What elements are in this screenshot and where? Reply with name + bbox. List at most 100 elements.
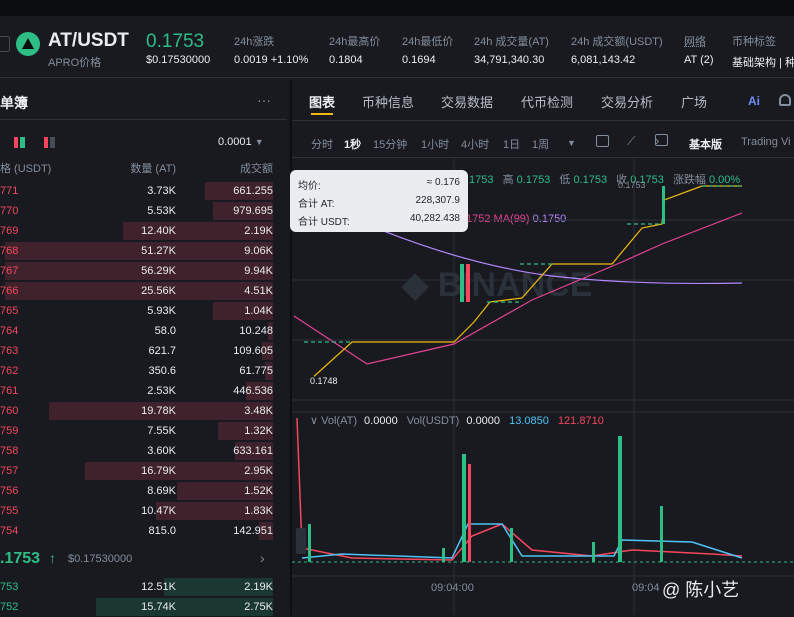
depth-tooltip: 均价: ≈ 0.176 合计 AT: 228,307.9 合计 USDT: 40… bbox=[290, 170, 468, 232]
view-asks-icon[interactable] bbox=[44, 137, 55, 148]
settings-icon[interactable] bbox=[0, 36, 10, 52]
tooltip-avg-label: 均价: bbox=[298, 181, 321, 192]
ask-row[interactable]: 771 3.73K 661.255 bbox=[0, 181, 287, 201]
interval-1w[interactable]: 1周 bbox=[532, 136, 549, 152]
row-qty: 56.29K bbox=[141, 265, 176, 277]
ask-row[interactable]: 764 58.0 10.248 bbox=[0, 321, 287, 341]
row-qty: 621.7 bbox=[148, 345, 176, 357]
chevron-down-icon[interactable]: ▼ bbox=[567, 138, 576, 148]
ask-row[interactable]: 765 5.93K 1.04K bbox=[0, 301, 287, 321]
watermark-logo: ◆ BINANCE bbox=[401, 266, 593, 304]
row-qty: 7.55K bbox=[147, 425, 176, 437]
row-total: 2.19K bbox=[244, 581, 273, 593]
ask-row[interactable]: 756 8.69K 1.52K bbox=[0, 481, 287, 501]
vol-usdt-value: 0.0000 bbox=[466, 415, 501, 427]
price-low-label: 0.1748 bbox=[310, 376, 338, 386]
interval-1s[interactable]: 1秒 bbox=[344, 136, 361, 152]
tooltip-sum-usdt-label: 合计 USDT: bbox=[298, 217, 350, 228]
ask-row[interactable]: 759 7.55K 1.32K bbox=[0, 421, 287, 441]
row-qty: 10.47K bbox=[141, 505, 176, 517]
ask-row[interactable]: 758 3.60K 633.161 bbox=[0, 441, 287, 461]
time-label-2: 09:04 bbox=[632, 582, 660, 594]
interval-4h[interactable]: 4小时 bbox=[461, 136, 489, 152]
indicator-icon[interactable]: ⟋ bbox=[627, 134, 635, 149]
row-price: 769 bbox=[0, 225, 19, 237]
bid-row[interactable]: 752 15.74K 2.75K bbox=[0, 597, 287, 617]
row-total: 9.94K bbox=[244, 265, 273, 277]
chevron-down-icon[interactable]: ∨ bbox=[310, 415, 318, 427]
stat-change-label: 24h涨跌 bbox=[234, 36, 275, 48]
ask-row[interactable]: 770 5.53K 979.695 bbox=[0, 201, 287, 221]
ask-row[interactable]: 767 56.29K 9.94K bbox=[0, 261, 287, 281]
row-total: 109.605 bbox=[233, 345, 273, 357]
view-tradingview[interactable]: Trading Vi bbox=[741, 136, 791, 148]
stat-network-value[interactable]: AT (2) bbox=[684, 54, 714, 66]
tab-trade-analysis[interactable]: 交易分析 bbox=[601, 92, 653, 111]
ask-row[interactable]: 763 621.7 109.605 bbox=[0, 341, 287, 361]
depth-bar bbox=[5, 242, 273, 260]
row-total: 633.161 bbox=[233, 445, 273, 457]
author-watermark: @ 陈小艺 bbox=[662, 580, 740, 600]
ask-row[interactable]: 757 16.79K 2.95K bbox=[0, 461, 287, 481]
pair-name[interactable]: AT/USDT bbox=[48, 30, 129, 52]
tab-trade-data[interactable]: 交易数据 bbox=[441, 92, 493, 111]
row-qty: 2.53K bbox=[147, 385, 176, 397]
divider bbox=[0, 119, 287, 120]
vol-usdt-label: Vol(USDT) bbox=[406, 415, 460, 427]
ask-row[interactable]: 762 350.6 61.775 bbox=[0, 361, 287, 381]
ask-row[interactable]: 755 10.47K 1.83K bbox=[0, 501, 287, 521]
stat-turnover-label: 24h 成交额(USDT) bbox=[571, 36, 663, 48]
ask-row[interactable]: 766 25.56K 4.51K bbox=[0, 281, 287, 301]
view-basic[interactable]: 基本版 bbox=[689, 136, 722, 152]
tab-chart-underline bbox=[311, 113, 333, 115]
ai-icon[interactable]: Ai bbox=[748, 94, 760, 108]
order-book-panel: 单簿 ··· 0.0001 ▼ 格 (USDT) 数量 (AT) 成交额 771… bbox=[0, 80, 287, 617]
tab-coin-info[interactable]: 币种信息 bbox=[362, 92, 414, 111]
row-total: 10.248 bbox=[239, 325, 273, 337]
row-price: 766 bbox=[0, 285, 19, 297]
row-total: 61.775 bbox=[239, 365, 273, 377]
chevron-right-icon[interactable]: › bbox=[655, 133, 659, 148]
ask-row[interactable]: 760 19.78K 3.48K bbox=[0, 401, 287, 421]
tab-square[interactable]: 广场 bbox=[681, 92, 707, 111]
interval-1h[interactable]: 1小时 bbox=[421, 136, 449, 152]
stat-network-label[interactable]: 网络 bbox=[684, 33, 706, 49]
precision-select[interactable]: 0.0001 ▼ bbox=[218, 136, 264, 148]
ask-row[interactable]: 761 2.53K 446.536 bbox=[0, 381, 287, 401]
row-total: 2.75K bbox=[244, 601, 273, 613]
col-price-header: 格 (USDT) bbox=[0, 163, 52, 175]
ask-row[interactable]: 768 51.27K 9.06K bbox=[0, 241, 287, 261]
stat-tags-value[interactable]: 基础架构 | 种 bbox=[732, 54, 794, 70]
collapse-handle[interactable] bbox=[296, 528, 306, 554]
interval-1d[interactable]: 1日 bbox=[503, 136, 520, 152]
tab-token-check[interactable]: 代币检测 bbox=[521, 92, 573, 111]
more-icon[interactable]: ··· bbox=[257, 92, 271, 108]
interval-15m[interactable]: 15分钟 bbox=[373, 136, 407, 152]
row-price: 768 bbox=[0, 245, 19, 257]
row-total: 4.51K bbox=[244, 285, 273, 297]
bid-row[interactable]: 753 12.51K 2.19K bbox=[0, 577, 287, 597]
row-qty: 58.0 bbox=[154, 325, 176, 337]
ask-row[interactable]: 754 815.0 142.951 bbox=[0, 521, 287, 541]
row-total: 1.52K bbox=[244, 485, 273, 497]
row-qty: 12.51K bbox=[141, 581, 176, 593]
interval-timeshare[interactable]: 分时 bbox=[311, 136, 333, 152]
row-qty: 25.56K bbox=[141, 285, 176, 297]
bell-icon[interactable] bbox=[779, 94, 791, 106]
tab-chart[interactable]: 图表 bbox=[309, 92, 335, 111]
row-price: 767 bbox=[0, 265, 19, 277]
calendar-icon[interactable] bbox=[596, 135, 609, 147]
vol-at-value: 0.0000 bbox=[364, 415, 398, 427]
col-total-header: 成交额 bbox=[240, 163, 273, 175]
stat-change-value: 0.0019 +1.10% bbox=[234, 54, 309, 66]
row-total: 9.06K bbox=[244, 245, 273, 257]
vol-at-label: Vol(AT) bbox=[321, 415, 357, 427]
view-both-icon[interactable] bbox=[14, 137, 25, 148]
pair-subtitle[interactable]: APRO价格 bbox=[48, 54, 101, 70]
last-price-usd: $0.17530000 bbox=[146, 54, 211, 66]
ask-row[interactable]: 769 12.40K 2.19K bbox=[0, 221, 287, 241]
mid-price-row[interactable]: .1753 ↑ $0.17530000 › bbox=[0, 547, 287, 573]
stat-volume-value: 34,791,340.30 bbox=[474, 54, 545, 66]
stat-high-label: 24h最高价 bbox=[329, 36, 381, 48]
row-price: 770 bbox=[0, 205, 19, 217]
